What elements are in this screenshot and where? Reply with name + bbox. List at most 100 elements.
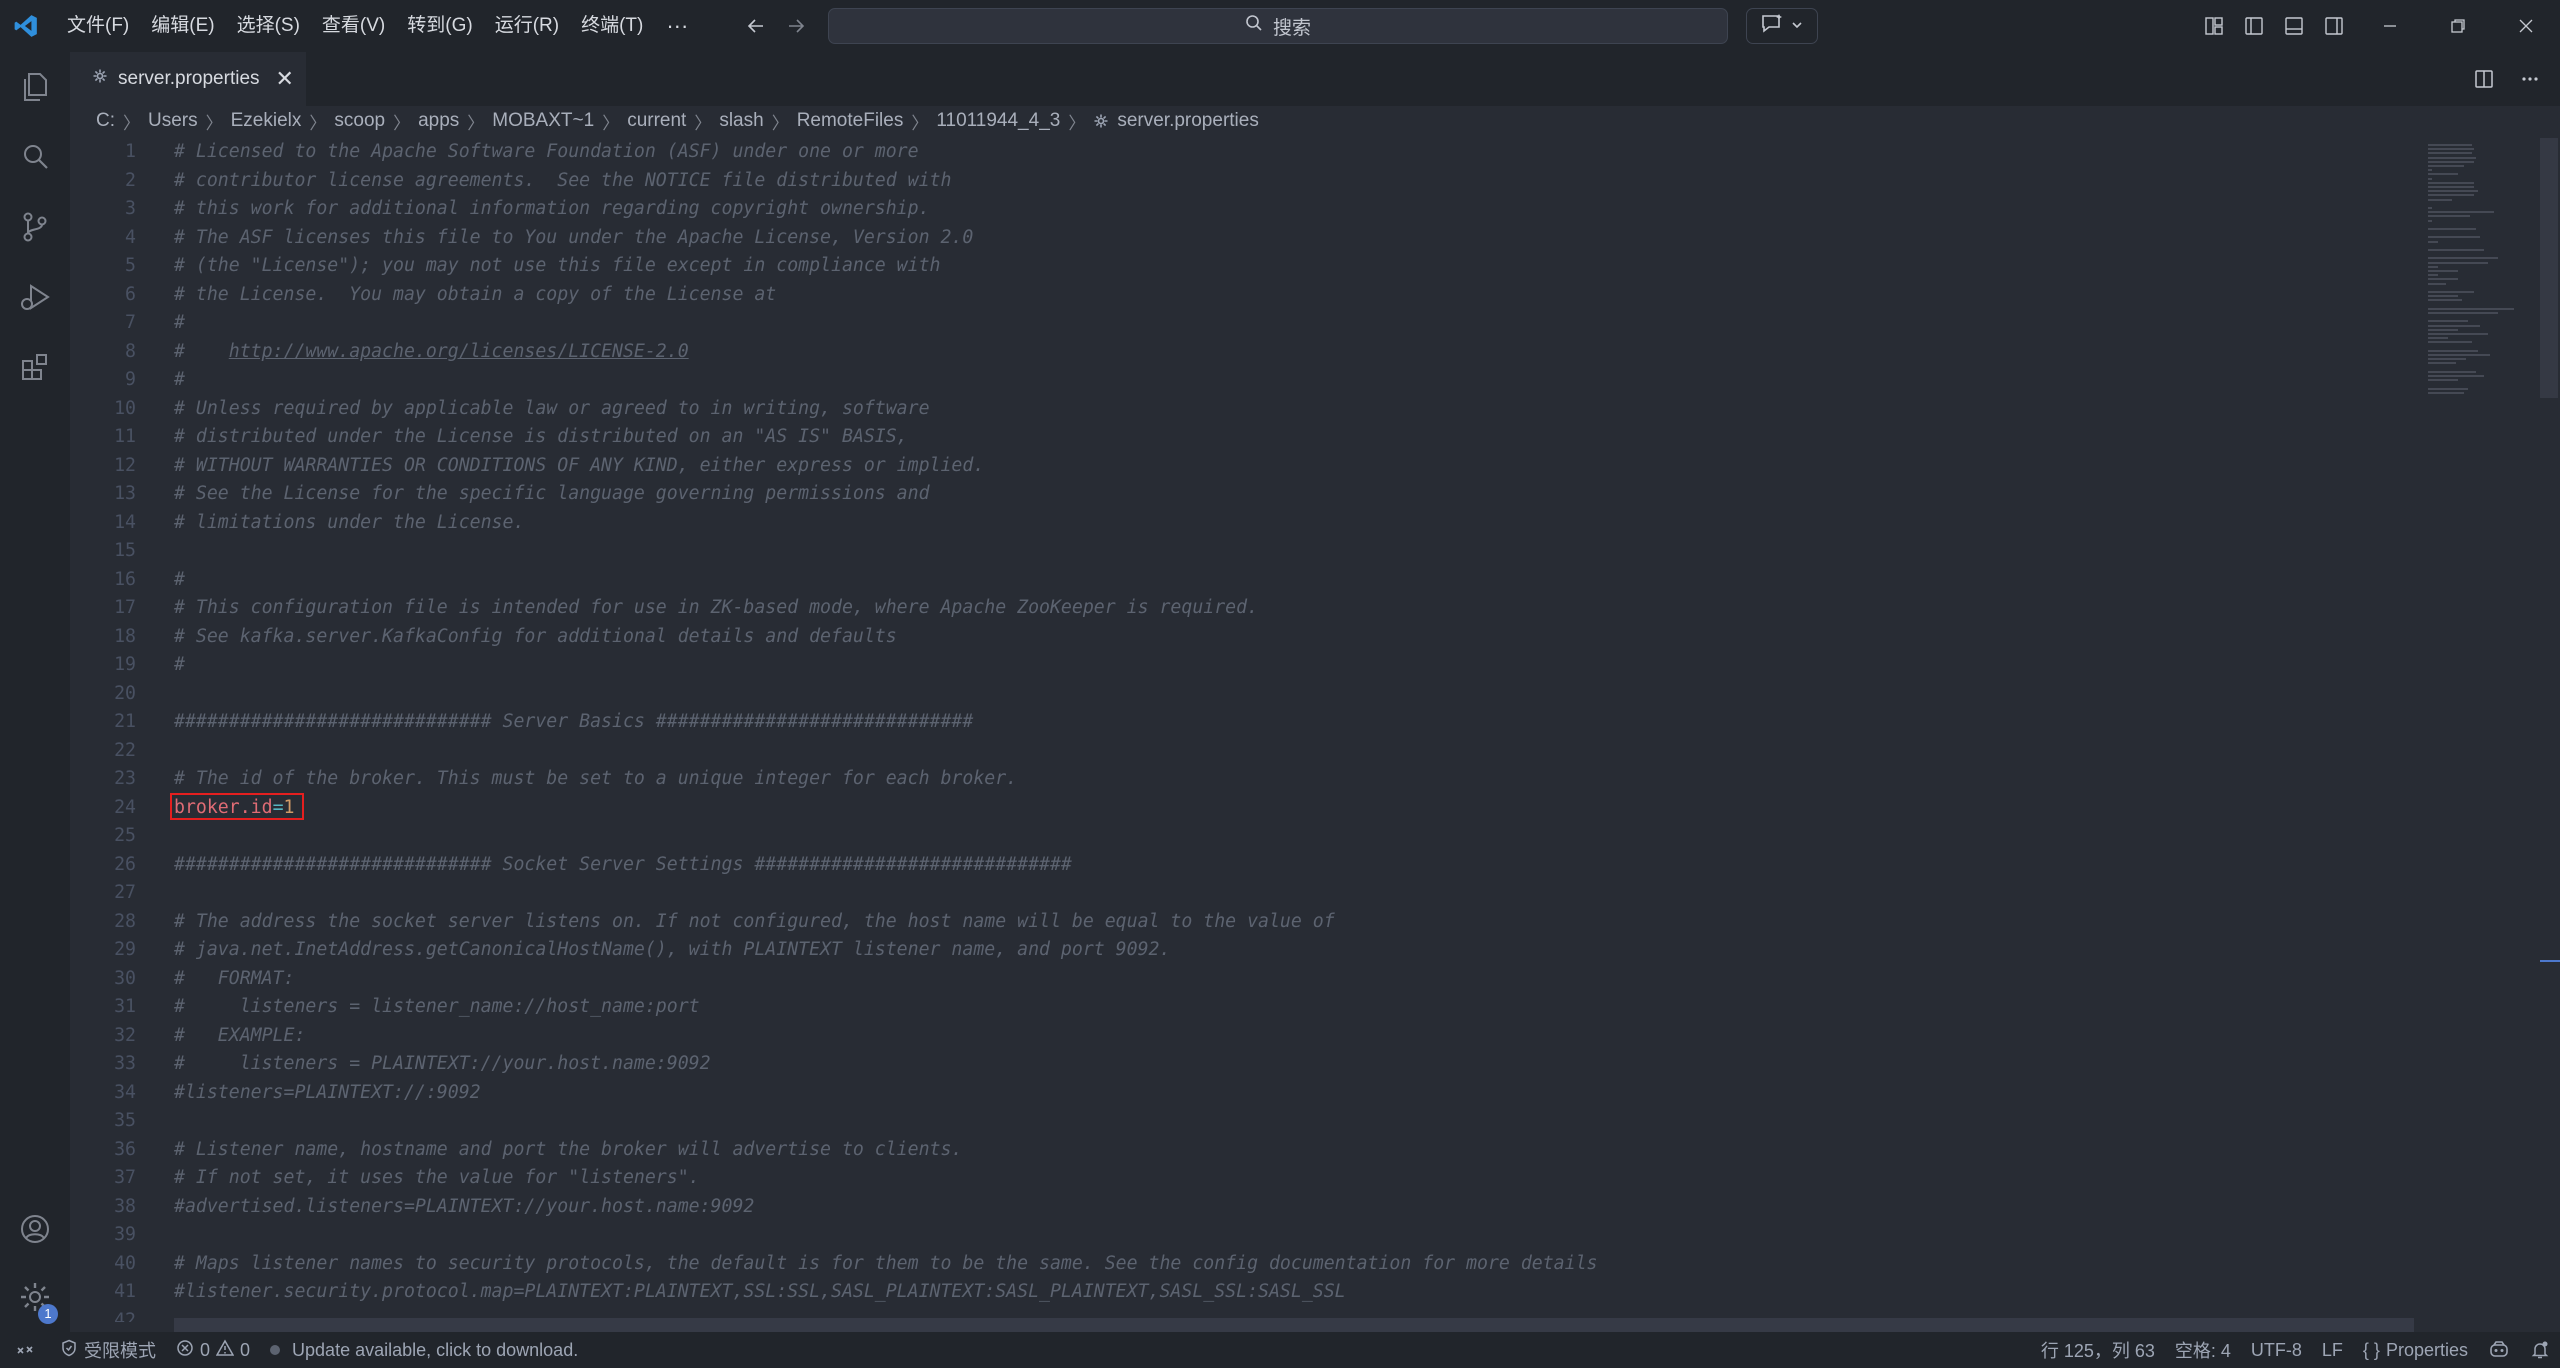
explorer-icon[interactable] [0, 52, 70, 122]
code-line[interactable]: 2 # contributor license agreements. See t… [70, 167, 2410, 196]
code-line[interactable]: 31 # listeners = listener_name://host_nam… [70, 993, 2410, 1022]
code-line[interactable]: 7 # [70, 309, 2410, 338]
code-line[interactable]: 36 # Listener name, hostname and port the… [70, 1136, 2410, 1165]
end-of-line[interactable]: LF [2312, 1332, 2353, 1368]
horizontal-scrollbar[interactable] [174, 1318, 2414, 1332]
menu-go[interactable]: 转到(G) [396, 8, 483, 44]
code-line[interactable]: 26 ############################# Socket S… [70, 851, 2410, 880]
code-line[interactable]: 29 # java.net.InetAddress.getCanonicalHos… [70, 936, 2410, 965]
command-center-search[interactable]: 搜索 [828, 8, 1728, 44]
code-line[interactable]: 4 # The ASF licenses this file to You und… [70, 224, 2410, 253]
code-line[interactable]: 13 # See the License for the specific lan… [70, 480, 2410, 509]
manage-gear-icon[interactable]: 1 [0, 1262, 70, 1332]
indentation[interactable]: 空格: 4 [2165, 1332, 2241, 1368]
restricted-mode-indicator[interactable]: 受限模式 [50, 1332, 166, 1368]
account-icon[interactable] [0, 1194, 70, 1264]
breadcrumb-part[interactable]: scoop [334, 110, 385, 132]
code-line[interactable]: 21 ############################# Server B… [70, 708, 2410, 737]
forward-arrow-icon[interactable] [778, 8, 814, 44]
breadcrumb-part[interactable]: MOBAXT~1 [492, 110, 594, 132]
extensions-icon[interactable] [0, 332, 70, 402]
back-arrow-icon[interactable] [738, 8, 774, 44]
code-line[interactable]: 28 # The address the socket server listen… [70, 908, 2410, 937]
license-link[interactable]: http://www.apache.org/licenses/LICENSE-2… [229, 341, 689, 362]
problems-indicator[interactable]: 0 0 [166, 1332, 260, 1368]
code-line[interactable]: 9 # [70, 366, 2410, 395]
code-line[interactable]: 23 # The id of the broker. This must be s… [70, 765, 2410, 794]
cursor-position[interactable]: 行 125，列 63 [2031, 1332, 2165, 1368]
code-line[interactable]: 16 # [70, 566, 2410, 595]
copilot-status-icon[interactable] [2478, 1332, 2520, 1368]
vertical-scrollbar[interactable] [2540, 138, 2558, 398]
code-line[interactable]: 35 [70, 1107, 2410, 1136]
minimize-icon[interactable] [2356, 0, 2424, 52]
encoding[interactable]: UTF-8 [2241, 1332, 2312, 1368]
toggle-primary-sidebar-icon[interactable] [2236, 8, 2272, 44]
breadcrumb-part[interactable]: apps [418, 110, 459, 132]
tab-server-properties[interactable]: server.properties ✕ [70, 52, 306, 106]
menu-view[interactable]: 查看(V) [311, 8, 396, 44]
breadcrumb-part[interactable]: RemoteFiles [797, 110, 904, 132]
more-actions-icon[interactable] [2512, 61, 2548, 97]
code-line[interactable]: 1 # Licensed to the Apache Software Found… [70, 138, 2410, 167]
comment-content: # contributor license agreements. See th… [174, 169, 952, 191]
minimap[interactable] [2420, 138, 2540, 438]
breadcrumb-part[interactable]: slash [719, 110, 763, 132]
run-debug-icon[interactable] [0, 262, 70, 332]
code-line[interactable]: 12 # WITHOUT WARRANTIES OR CONDITIONS OF … [70, 452, 2410, 481]
comment-content: # Listener name, hostname and port the b… [174, 1138, 963, 1160]
breadcrumb-part[interactable]: Users [148, 110, 198, 132]
toggle-panel-icon[interactable] [2276, 8, 2312, 44]
code-line[interactable]: 27 [70, 879, 2410, 908]
code-line[interactable]: 5 # (the "License"); you may not use this… [70, 252, 2410, 281]
code-line[interactable]: 11 # distributed under the License is dis… [70, 423, 2410, 452]
notifications-bell-icon[interactable] [2520, 1332, 2560, 1368]
copilot-menu-button[interactable] [1746, 8, 1818, 44]
menu-run[interactable]: 运行(R) [484, 8, 570, 44]
customize-layout-icon[interactable] [2196, 8, 2232, 44]
split-editor-icon[interactable] [2466, 61, 2502, 97]
code-line[interactable]: 3 # this work for additional information … [70, 195, 2410, 224]
close-tab-icon[interactable]: ✕ [276, 66, 294, 92]
remote-indicator-icon[interactable] [0, 1332, 50, 1368]
update-notification[interactable]: Update available, click to download. [260, 1332, 588, 1368]
menu-edit[interactable]: 编辑(E) [140, 8, 225, 44]
language-mode[interactable]: { } Properties [2353, 1332, 2478, 1368]
code-line[interactable]: 41 #listener.security.protocol.map=PLAINT… [70, 1278, 2410, 1307]
code-line[interactable]: 34 #listeners=PLAINTEXT://:9092 [70, 1079, 2410, 1108]
menu-selection[interactable]: 选择(S) [226, 8, 311, 44]
code-line[interactable]: 18 # See kafka.server.KafkaConfig for add… [70, 623, 2410, 652]
code-line[interactable]: 8 # http://www.apache.org/licenses/LICENS… [70, 338, 2410, 367]
menu-file[interactable]: 文件(F) [56, 8, 140, 44]
code-line[interactable]: 14 # limitations under the License. [70, 509, 2410, 538]
code-line[interactable]: 10 # Unless required by applicable law or… [70, 395, 2410, 424]
close-window-icon[interactable] [2492, 0, 2560, 52]
code-line[interactable]: 33 # listeners = PLAINTEXT://your.host.na… [70, 1050, 2410, 1079]
code-line[interactable]: 15 [70, 537, 2410, 566]
breadcrumb-part[interactable]: C: [96, 110, 115, 132]
menu-terminal[interactable]: 终端(T) [570, 8, 654, 44]
restore-icon[interactable] [2424, 0, 2492, 52]
breadcrumb-part[interactable]: 11011944_4_3 [936, 110, 1060, 132]
code-editor[interactable]: 1 # Licensed to the Apache Software Found… [70, 138, 2410, 1322]
code-line[interactable]: 6 # the License. You may obtain a copy of… [70, 281, 2410, 310]
code-line[interactable]: 32 # EXAMPLE: [70, 1022, 2410, 1051]
search-icon[interactable] [0, 122, 70, 192]
code-line[interactable]: 25 [70, 822, 2410, 851]
code-line[interactable]: 20 [70, 680, 2410, 709]
code-line[interactable]: 37 # If not set, it uses the value for "l… [70, 1164, 2410, 1193]
code-line[interactable]: 39 [70, 1221, 2410, 1250]
breadcrumb-part[interactable]: Ezekielx [231, 110, 302, 132]
menu-more-button[interactable]: ··· [654, 13, 700, 39]
code-line[interactable]: 40 # Maps listener names to security prot… [70, 1250, 2410, 1279]
code-line[interactable]: 19 # [70, 651, 2410, 680]
breadcrumb-part[interactable]: current [627, 110, 686, 132]
code-line[interactable]: 24 broker.id=1 [70, 794, 2410, 823]
code-line[interactable]: 17 # This configuration file is intended … [70, 594, 2410, 623]
code-line[interactable]: 38 #advertised.listeners=PLAINTEXT://your… [70, 1193, 2410, 1222]
code-line[interactable]: 30 # FORMAT: [70, 965, 2410, 994]
toggle-secondary-sidebar-icon[interactable] [2316, 8, 2352, 44]
breadcrumb-file[interactable]: server.properties [1117, 110, 1259, 132]
code-line[interactable]: 22 [70, 737, 2410, 766]
source-control-icon[interactable] [0, 192, 70, 262]
